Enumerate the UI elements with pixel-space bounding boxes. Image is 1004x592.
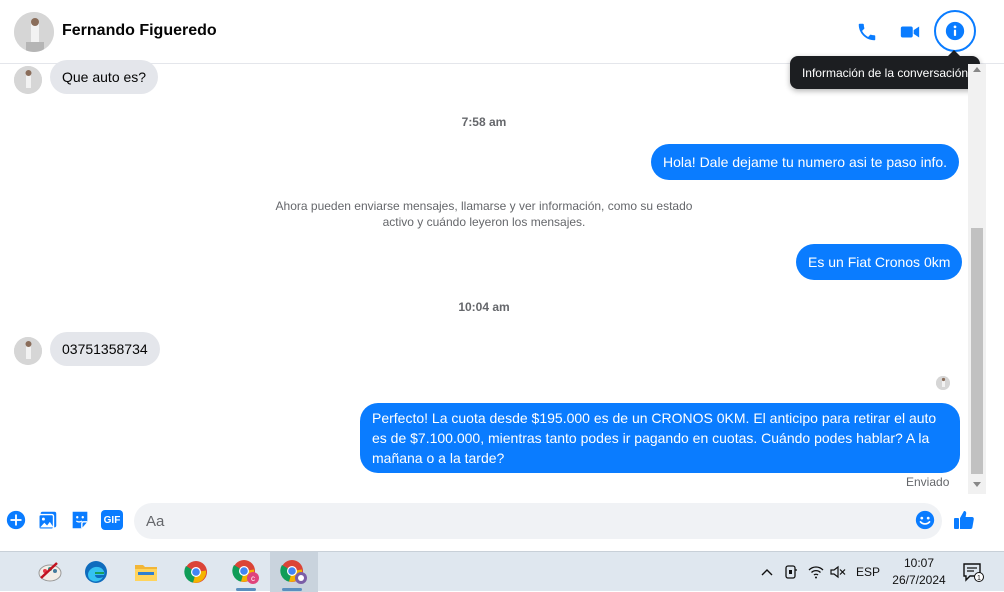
- notification-center-button[interactable]: 1: [958, 552, 988, 592]
- sender-avatar: [14, 66, 42, 94]
- scroll-down-arrow[interactable]: [973, 482, 981, 487]
- timestamp: 10:04 am: [458, 300, 510, 314]
- chrome-profile-icon: c: [232, 560, 259, 584]
- taskbar-app-file-explorer[interactable]: [124, 552, 168, 592]
- taskbar-app-chrome-profile[interactable]: c: [224, 552, 268, 592]
- chevron-up-icon: [761, 569, 773, 576]
- tray-device-button[interactable]: [782, 552, 800, 592]
- taskbar-app-edge[interactable]: [74, 552, 118, 592]
- plus-circle-icon: [6, 510, 26, 530]
- taskbar-clock[interactable]: 10:07 26/7/2024: [888, 555, 950, 589]
- start-button[interactable]: [0, 552, 6, 592]
- more-actions-button[interactable]: [4, 508, 28, 532]
- system-notice: Ahora pueden enviarse mensajes, llamarse…: [275, 199, 693, 229]
- clock-time: 10:07: [903, 556, 935, 570]
- info-icon: [945, 21, 965, 41]
- folder-icon: [135, 565, 157, 581]
- wifi-icon: [808, 566, 824, 579]
- seen-avatar: [936, 376, 950, 390]
- gif-icon: GIF: [101, 510, 123, 530]
- video-icon: [900, 26, 920, 38]
- delivery-status: Enviado: [906, 475, 950, 489]
- phone-icon: [858, 23, 876, 41]
- chrome-icon: [184, 561, 207, 583]
- device-icon: [785, 565, 797, 579]
- tray-wifi-button[interactable]: [806, 552, 826, 592]
- notification-icon: 1: [963, 563, 984, 582]
- windows-taskbar: c ESP 10:07 26/7/2024 1: [0, 551, 1004, 592]
- attach-image-button[interactable]: [36, 508, 60, 532]
- message-composer: GIF: [0, 494, 1004, 551]
- volume-muted-icon: [830, 565, 846, 579]
- message-list: Que auto es? 7:58 am Hola! Dale dejame t…: [0, 60, 968, 494]
- clock-date: 26/7/2024: [892, 573, 946, 587]
- sticker-button[interactable]: [68, 508, 92, 532]
- emoji-icon: [915, 510, 935, 530]
- incoming-message[interactable]: Que auto es?: [50, 60, 159, 94]
- edge-icon: [85, 561, 107, 583]
- message-input[interactable]: [146, 503, 906, 539]
- sender-avatar: [14, 337, 42, 365]
- message-input-wrapper: [134, 503, 942, 539]
- emoji-button[interactable]: [914, 509, 938, 533]
- tray-overflow-button[interactable]: [758, 552, 776, 592]
- image-icon: [38, 511, 57, 530]
- outgoing-message[interactable]: Es un Fiat Cronos 0km: [796, 244, 963, 280]
- tray-language[interactable]: ESP: [854, 552, 882, 592]
- timestamp: 7:58 am: [461, 115, 507, 129]
- outgoing-message[interactable]: Hola! Dale dejame tu numero asi te paso …: [651, 144, 960, 180]
- svg-text:c: c: [251, 574, 255, 583]
- scroll-up-arrow[interactable]: [973, 67, 981, 72]
- incoming-message[interactable]: 03751358734: [50, 332, 160, 366]
- outgoing-message[interactable]: Perfecto! La cuota desde $195.000 es de …: [360, 403, 960, 473]
- notification-count: 1: [977, 575, 981, 582]
- contact-name[interactable]: Fernando Figueredo: [62, 22, 217, 40]
- voice-call-button[interactable]: [849, 14, 885, 50]
- sticker-icon: [72, 511, 88, 529]
- message-scrollbar[interactable]: [968, 64, 986, 494]
- conversation-info-button[interactable]: [934, 10, 976, 52]
- scroll-thumb[interactable]: [971, 228, 983, 474]
- gif-button[interactable]: GIF: [100, 508, 124, 532]
- tray-volume-button[interactable]: [828, 552, 848, 592]
- thumbs-up-icon: [954, 511, 974, 529]
- chrome-incognito-icon: [280, 560, 307, 584]
- paint-palette-icon: [38, 562, 62, 582]
- messenger-window: Fernando Figueredo Información de la con…: [0, 0, 1004, 551]
- taskbar-app-paint[interactable]: [28, 552, 72, 592]
- taskbar-app-chrome[interactable]: [174, 552, 218, 592]
- conversation-header: Fernando Figueredo: [0, 0, 1004, 64]
- contact-avatar[interactable]: [14, 12, 54, 52]
- taskbar-app-chrome-incognito[interactable]: [270, 552, 318, 592]
- like-button[interactable]: [952, 508, 976, 532]
- video-call-button[interactable]: [892, 14, 928, 50]
